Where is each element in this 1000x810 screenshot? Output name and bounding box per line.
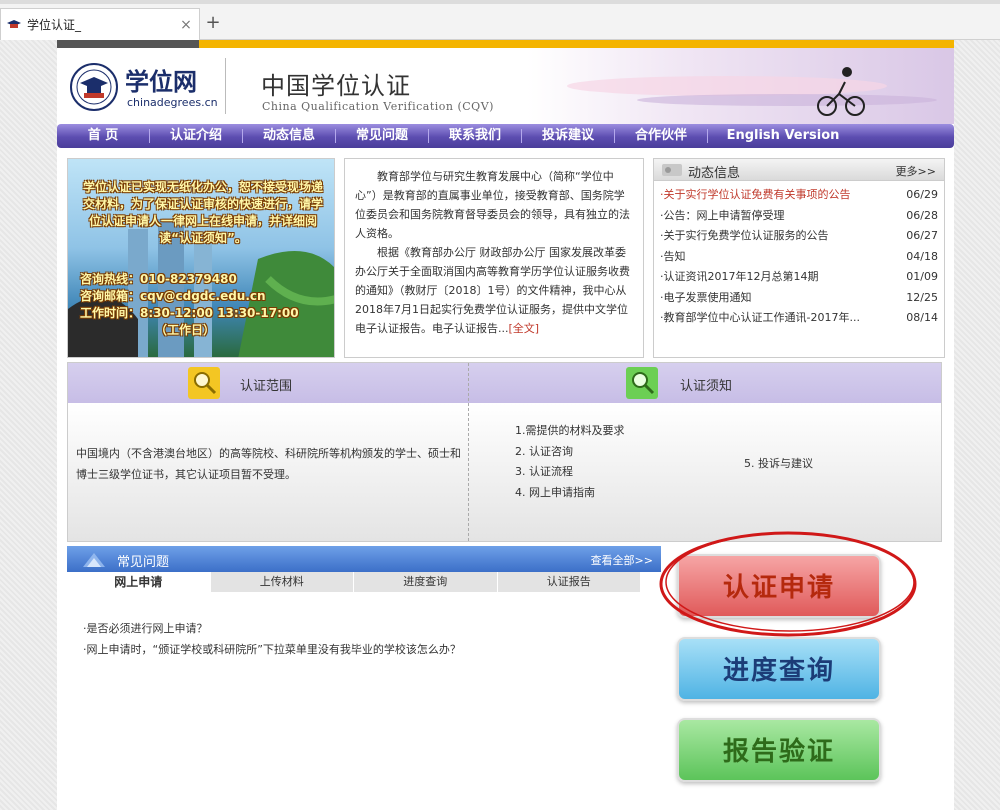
- faq-tabs: 网上申请 上传材料 进度查询 认证报告: [67, 572, 641, 592]
- promo-contact-info: 咨询热线：010-82379480 咨询邮箱：cqv@cdgdc.edu.cn …: [80, 271, 330, 339]
- news-more-link[interactable]: 更多>>: [896, 163, 936, 179]
- graduation-cap-favicon-icon: [7, 19, 21, 28]
- main-nav: 首 页 认证介绍 动态信息 常见问题 联系我们 投诉建议 合作伙伴 Englis…: [57, 124, 954, 148]
- intro-full-text-link[interactable]: [全文]: [509, 322, 540, 335]
- new-tab-icon[interactable]: +: [203, 12, 223, 34]
- news-item[interactable]: ·关于实行免费学位认证服务的公告 06/27: [660, 226, 938, 247]
- scope-guide-body: 中国境内（不含港澳台地区）的高等院校、科研院所等机构颁发的学士、硕士和博士三级学…: [68, 403, 941, 541]
- scope-title: 认证范围: [240, 379, 293, 394]
- faq-list: ·是否必须进行网上申请？ ·网上申请时，“颁证学校或科研院所”下拉菜单里没有我毕…: [83, 618, 461, 660]
- news-header-icon: [662, 164, 682, 176]
- guide-item-complaints[interactable]: 5. 投诉与建议: [744, 455, 813, 471]
- scope-text: 中国境内（不含港澳台地区）的高等院校、科研院所等机构颁发的学士、硕士和博士三级学…: [76, 447, 461, 481]
- promo-email: 咨询邮箱：cqv@cdgdc.edu.cn: [80, 289, 266, 303]
- tab-progress-query[interactable]: 进度查询: [354, 572, 498, 592]
- guide-item-online-guide[interactable]: 4. 网上申请指南: [515, 483, 625, 504]
- page: 学位网 chinadegrees.cn 中国学位认证 China Qualifi…: [57, 40, 954, 810]
- faq-header-icon: [83, 553, 105, 567]
- promo-hours: 工作时间：8:30-12:00 13:30-17:00: [80, 306, 299, 320]
- news-item[interactable]: ·教育部学位中心认证工作通讯-2017年... 08/14: [660, 308, 938, 329]
- browser-tab-bar: 学位认证_ × +: [0, 0, 1000, 40]
- news-title: 动态信息: [688, 166, 741, 181]
- site-header: 学位网 chinadegrees.cn 中国学位认证 China Qualifi…: [57, 48, 954, 124]
- news-item[interactable]: ·认证资讯2017年12月总第14期 01/09: [660, 267, 938, 288]
- news-item[interactable]: ·关于实行学位认证免费有关事项的公告 06/29: [660, 185, 938, 206]
- report-verify-button[interactable]: 报告验证: [677, 718, 881, 782]
- browser-tab[interactable]: 学位认证_ ×: [0, 8, 200, 40]
- news-panel: 动态信息 更多>> ·关于实行学位认证免费有关事项的公告 06/29 ·公告：网上…: [653, 158, 945, 358]
- cyclist-banner-image: [527, 48, 954, 124]
- news-list: ·关于实行学位认证免费有关事项的公告 06/29 ·公告：网上申请暂停受理 06/2…: [654, 181, 944, 329]
- faq-title: 常见问题: [117, 555, 170, 570]
- logo-title[interactable]: 学位网: [125, 62, 197, 97]
- apply-verification-button[interactable]: 认证申请: [677, 554, 881, 618]
- progress-query-button[interactable]: 进度查询: [677, 637, 881, 701]
- top-color-bar: [57, 40, 954, 48]
- scope-guide-header: 认证范围 认证须知: [68, 363, 941, 403]
- nav-complaints[interactable]: 投诉建议: [522, 124, 614, 148]
- logo-domain: chinadegrees.cn: [127, 96, 218, 109]
- promo-notice-text: 学位认证已实现无纸化办公，恕不接受现场递交材料，为了保证认证审核的快速进行，请学…: [82, 180, 323, 245]
- nav-news[interactable]: 动态信息: [243, 124, 335, 148]
- faq-header: 常见问题 查看全部>>: [67, 546, 661, 572]
- nav-contact[interactable]: 联系我们: [429, 124, 521, 148]
- tab-online-apply[interactable]: 网上申请: [67, 572, 211, 592]
- intro-panel: 教育部学位与研究生教育发展中心（简称“学位中心”）是教育部的直属事业单位，接受教…: [344, 158, 644, 358]
- university-emblem-icon[interactable]: [69, 62, 119, 112]
- faq-item[interactable]: ·是否必须进行网上申请？: [83, 618, 461, 639]
- intro-paragraph-2: 根据《教育部办公厅 财政部办公厅 国家发展改革委办公厅关于全面取消国内高等教育学…: [355, 246, 630, 335]
- news-item[interactable]: ·电子发票使用通知 12/25: [660, 288, 938, 309]
- faq-item[interactable]: ·网上申请时，“颁证学校或科研院所”下拉菜单里没有我毕业的学校该怎么办？: [83, 639, 461, 660]
- nav-partners[interactable]: 合作伙伴: [615, 124, 707, 148]
- tab-bar-top-line: [0, 0, 1000, 4]
- promo-days: （工作日）: [154, 323, 215, 337]
- site-title-cn: 中国学位认证: [261, 72, 411, 100]
- nav-faq[interactable]: 常见问题: [336, 124, 428, 148]
- nav-english-version[interactable]: English Version: [708, 124, 858, 148]
- promo-hotline: 咨询热线：010-82379480: [80, 272, 237, 286]
- tab-verification-report[interactable]: 认证报告: [498, 572, 641, 592]
- promo-banner[interactable]: 学位认证已实现无纸化办公，恕不接受现场递交材料，为了保证认证审核的快速进行，请学…: [67, 158, 335, 358]
- browser-tab-title: 学位认证_: [27, 18, 82, 32]
- faq-panel: 常见问题 查看全部>> 网上申请 上传材料 进度查询 认证报告 ·是否必须进行网…: [67, 546, 661, 810]
- close-tab-icon[interactable]: ×: [177, 17, 195, 33]
- intro-paragraph-1: 教育部学位与研究生教育发展中心（简称“学位中心”）是教育部的直属事业单位，接受教…: [355, 170, 630, 240]
- guide-title: 认证须知: [680, 379, 733, 394]
- scope-guide-panel: 认证范围 认证须知 中国境内（不含港澳台地区）的高等院校、科研院所等机构颁发的学…: [67, 362, 942, 542]
- guide-item-consulting[interactable]: 2. 认证咨询: [515, 442, 625, 463]
- nav-about-verification[interactable]: 认证介绍: [150, 124, 242, 148]
- magnifier-icon: [188, 367, 220, 399]
- site-title-en: China Qualification Verification (CQV): [262, 100, 494, 113]
- guide-item-materials[interactable]: 1.需提供的材料及要求: [515, 421, 625, 442]
- tab-upload-materials[interactable]: 上传材料: [211, 572, 354, 592]
- nav-home[interactable]: 首 页: [57, 124, 149, 148]
- faq-view-all-link[interactable]: 查看全部>>: [591, 552, 653, 568]
- magnifier-green-icon: [626, 367, 658, 399]
- news-header: 动态信息 更多>>: [654, 159, 944, 181]
- news-item[interactable]: ·公告：网上申请暂停受理 06/28: [660, 206, 938, 227]
- news-item[interactable]: ·告知 04/18: [660, 247, 938, 268]
- guide-item-process[interactable]: 3. 认证流程: [515, 462, 625, 483]
- guide-list: 1.需提供的材料及要求 2. 认证咨询 3. 认证流程 4. 网上申请指南: [515, 421, 625, 503]
